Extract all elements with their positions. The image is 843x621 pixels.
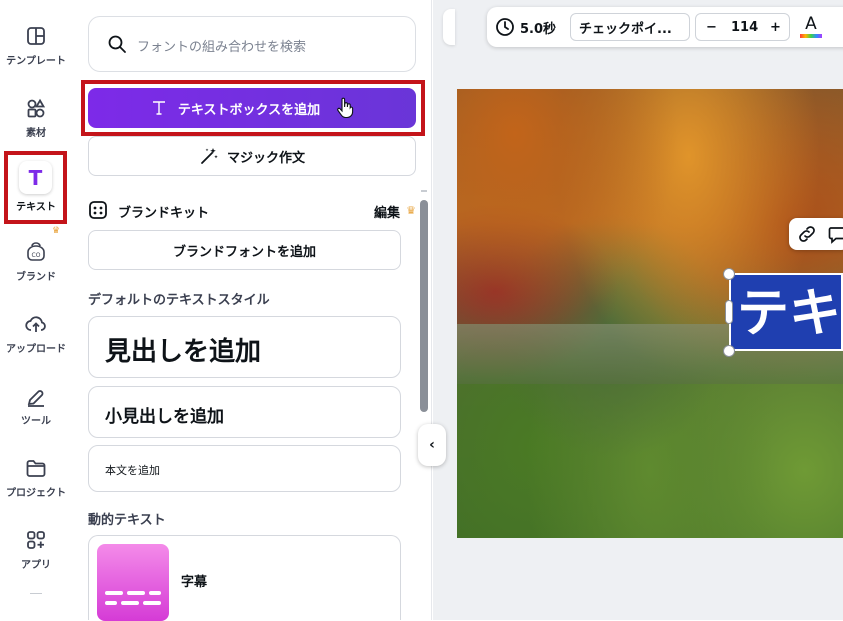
collapse-panel-button[interactable]: ‹ [418,424,446,466]
rail-item-brand[interactable]: CO ブランド [0,240,72,283]
captions-label: 字幕 [181,575,208,590]
add-subheading-label: 小見出しを追加 [105,407,224,427]
rail-item-elements[interactable]: 素材 [0,96,72,139]
brand-kit-icon [89,201,107,219]
search-icon [108,35,126,53]
element-toolbar: 5.0秒 チェックポイ... − 114 + A [487,7,843,47]
rail-label: アプリ [21,560,51,571]
element-context-menu [789,218,843,250]
dynamic-text-title: 動的テキスト [88,513,166,528]
toolbar-left-edge [443,9,455,45]
rail-item-templates[interactable]: テンプレート [0,24,72,67]
scroll-cap [421,190,427,192]
upload-icon [25,316,46,332]
rail-item-projects[interactable]: プロジェクト [0,456,72,499]
font-select[interactable]: チェックポイ... [570,13,690,41]
elements-icon [27,98,46,118]
rail-label: テンプレート [6,56,66,67]
rail-label: ブランド [16,272,56,283]
add-heading-button[interactable]: 見出しを追加 [88,316,401,378]
captions-card[interactable]: 字幕 [88,535,401,621]
font-size-increase[interactable]: + [770,20,781,35]
rail-item-text[interactable]: テキスト [0,168,72,213]
clock-icon [496,18,514,36]
duration-label: 5.0秒 [520,21,557,37]
add-textbox-label: テキストボックスを追加 [177,102,321,118]
captions-thumbnail [97,544,169,621]
apps-icon [27,531,45,549]
text-panel: フォントの組み合わせを検索 テキストボックスを追加 マジック作文 ブランドキット… [72,0,432,621]
color-rainbow-bar [800,34,822,38]
default-styles-title: デフォルトのテキストスタイル [88,293,270,308]
crown-icon: ♛ [406,204,416,217]
template-icon [27,27,45,45]
rail-label: 素材 [26,128,46,139]
selected-text-element[interactable]: テキ [729,273,843,351]
rail-divider [30,593,42,594]
rail-label: アップロード [6,344,66,355]
resize-handle-left[interactable] [725,300,733,324]
add-body-button[interactable]: 本文を追加 [88,445,401,492]
brand-edit-link[interactable]: 編集 [374,202,400,221]
resize-handle-top-left[interactable] [723,268,735,280]
add-body-label: 本文を追加 [105,464,160,477]
brand-icon: CO [27,242,45,261]
panel-scrollbar[interactable] [420,200,428,412]
tools-icon [27,390,44,407]
text-color-button[interactable]: A [799,13,823,41]
add-brand-font-label: ブランドフォントを追加 [172,244,316,260]
font-size-stepper: − 114 + [695,13,790,41]
add-textbox-button[interactable]: テキストボックスを追加 [88,88,416,128]
crown-icon: ♛ [52,226,61,236]
rail-label: テキスト [16,202,56,213]
add-heading-label: 見出しを追加 [105,337,262,367]
magic-wand-icon [201,148,218,164]
magic-write-label: マジック作文 [226,150,305,166]
rail-item-tools[interactable]: ツール [0,384,72,427]
duration-button[interactable]: 5.0秒 [495,13,556,41]
rail-label: プロジェクト [6,488,66,499]
text-color-glyph: A [805,14,817,34]
font-select-label: チェックポイ... [579,21,672,37]
brand-kit-title: ブランドキット [118,206,210,221]
rail-item-apps[interactable]: アプリ [0,528,72,571]
brand-kit-row: ブランドキット 編集 ♛ [88,198,416,222]
add-brand-font-button[interactable]: ブランドフォントを追加 [88,230,401,270]
chevron-left-icon: ‹ [429,437,435,453]
rail-label: ツール [21,416,51,427]
comment-icon[interactable] [827,224,843,244]
magic-write-button[interactable]: マジック作文 [88,136,416,176]
resize-handle-bottom-left[interactable] [723,345,735,357]
font-size-decrease[interactable]: − [706,20,717,35]
svg-text:CO: CO [32,252,41,259]
search-input[interactable]: フォントの組み合わせを検索 [88,16,416,72]
folder-icon [26,460,46,477]
left-rail: テンプレート 素材 T テキスト ♛ CO ブランド アップロード ツール プロ… [0,0,72,620]
text-t-icon [152,101,165,115]
rail-item-upload[interactable]: アップロード [0,312,72,355]
font-size-value[interactable]: 114 [731,20,758,35]
search-placeholder: フォントの組み合わせを検索 [137,40,307,55]
hand-cursor-icon [337,97,354,119]
link-icon[interactable] [797,224,817,244]
add-subheading-button[interactable]: 小見出しを追加 [88,386,401,438]
